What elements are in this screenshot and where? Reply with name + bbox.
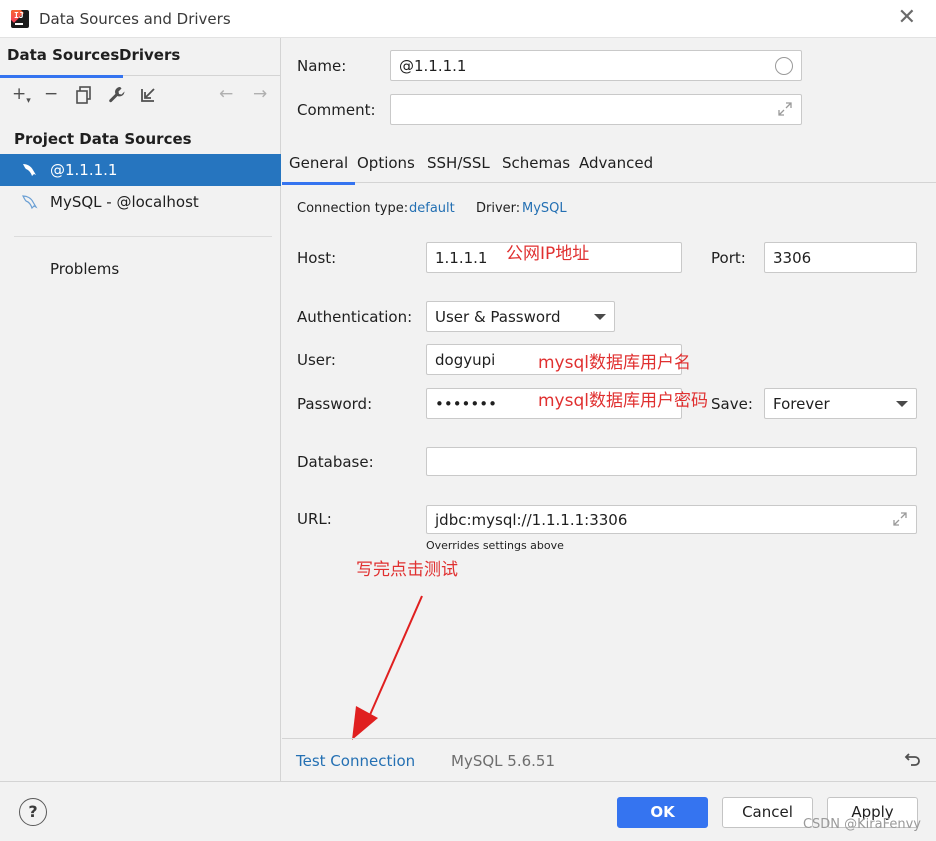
user-label: User:	[297, 351, 336, 369]
datasource-item[interactable]: MySQL - @localhost	[0, 186, 281, 218]
driver-link[interactable]: MySQL	[522, 201, 567, 216]
mysql-dolphin-icon	[22, 195, 38, 210]
url-label: URL:	[297, 510, 332, 528]
tab-data-sources[interactable]: Data Sources	[0, 46, 124, 78]
color-circle-icon[interactable]	[775, 57, 793, 75]
expand-icon[interactable]	[892, 511, 908, 527]
chevron-down-icon	[594, 314, 606, 320]
datasource-label: MySQL - @localhost	[50, 193, 199, 211]
duplicate-icon[interactable]	[76, 86, 92, 108]
right-panel: Name: @1.1.1.1 Comment: General Options …	[281, 38, 936, 781]
authentication-label: Authentication:	[297, 308, 413, 326]
problems-item[interactable]: Problems	[50, 260, 119, 278]
window-title: Data Sources and Drivers	[39, 10, 231, 28]
test-annotation: 写完点击测试	[356, 560, 458, 580]
left-toolbar: +▾ − ← →	[0, 82, 281, 112]
left-panel: Data Sources Drivers +▾ − ← → Project Da…	[0, 38, 281, 781]
cancel-button[interactable]: Cancel	[722, 797, 813, 828]
left-tabs: Data Sources Drivers	[0, 38, 281, 78]
chevron-down-icon	[896, 401, 908, 407]
watermark: CSDN @KiraFenvy	[802, 817, 921, 832]
name-value: @1.1.1.1	[399, 57, 467, 75]
connection-type-link[interactable]: default	[409, 201, 455, 216]
database-field[interactable]	[426, 447, 917, 476]
mysql-dolphin-icon	[23, 164, 36, 176]
ok-button[interactable]: OK	[617, 797, 708, 828]
host-annotation: 公网IP地址	[506, 244, 590, 264]
navigate-icon[interactable]	[140, 86, 156, 108]
save-select[interactable]: Forever	[764, 388, 917, 419]
title-bar: IJ Data Sources and Drivers ✕	[0, 0, 936, 38]
close-icon[interactable]: ✕	[898, 7, 916, 29]
port-value: 3306	[773, 249, 812, 267]
tab-options[interactable]: Options	[357, 154, 415, 172]
project-data-sources-heading: Project Data Sources	[14, 130, 192, 148]
comment-field[interactable]	[390, 94, 802, 125]
port-field[interactable]: 3306	[764, 242, 917, 273]
url-field[interactable]: jdbc:mysql://1.1.1.1:3306	[426, 505, 917, 534]
tab-general[interactable]: General	[281, 154, 356, 185]
user-annotation: mysql数据库用户名	[538, 353, 691, 373]
test-connection-link[interactable]: Test Connection	[296, 752, 415, 770]
tab-schemas[interactable]: Schemas	[502, 154, 570, 172]
dialog-footer: ? OK Cancel Apply CSDN @KiraFenvy	[0, 781, 936, 841]
authentication-value: User & Password	[435, 308, 561, 326]
add-icon[interactable]: +▾	[12, 86, 31, 106]
connection-type-label: Connection type:	[297, 201, 409, 216]
expand-icon[interactable]	[777, 101, 793, 117]
host-value: 1.1.1.1	[435, 249, 488, 267]
comment-label: Comment:	[297, 101, 376, 119]
forward-arrow-icon[interactable]: →	[253, 86, 267, 103]
tab-advanced[interactable]: Advanced	[579, 154, 653, 172]
datasource-label: @1.1.1.1	[50, 161, 118, 179]
password-annotation: mysql数据库用户密码	[538, 391, 708, 411]
undo-icon[interactable]	[904, 750, 922, 768]
url-value: jdbc:mysql://1.1.1.1:3306	[435, 511, 628, 529]
help-button[interactable]: ?	[19, 798, 47, 826]
authentication-select[interactable]: User & Password	[426, 301, 615, 332]
port-label: Port:	[711, 249, 746, 267]
host-label: Host:	[297, 249, 337, 267]
password-value: •••••••	[435, 395, 497, 413]
back-arrow-icon[interactable]: ←	[219, 86, 233, 103]
annotation-arrow	[352, 595, 423, 740]
right-bottom-bar: Test Connection MySQL 5.6.51	[282, 738, 936, 781]
save-value: Forever	[773, 395, 830, 413]
intellij-app-icon: IJ	[11, 10, 29, 28]
name-label: Name:	[297, 57, 347, 75]
url-hint: Overrides settings above	[426, 539, 564, 552]
tab-ssh-ssl[interactable]: SSH/SSL	[427, 154, 490, 172]
name-field[interactable]: @1.1.1.1	[390, 50, 802, 81]
datasource-item-selected[interactable]: @1.1.1.1	[0, 154, 281, 186]
mysql-version-label: MySQL 5.6.51	[451, 752, 555, 770]
save-label: Save:	[711, 395, 753, 413]
driver-label: Driver:	[476, 201, 521, 216]
tab-drivers[interactable]: Drivers	[119, 46, 180, 64]
remove-icon[interactable]: −	[44, 86, 58, 103]
password-label: Password:	[297, 395, 373, 413]
wrench-icon[interactable]	[108, 86, 126, 108]
settings-tabs: General Options SSH/SSL Schemas Advanced	[281, 146, 936, 185]
database-label: Database:	[297, 453, 374, 471]
divider	[14, 236, 272, 237]
user-value: dogyupi	[435, 351, 496, 369]
